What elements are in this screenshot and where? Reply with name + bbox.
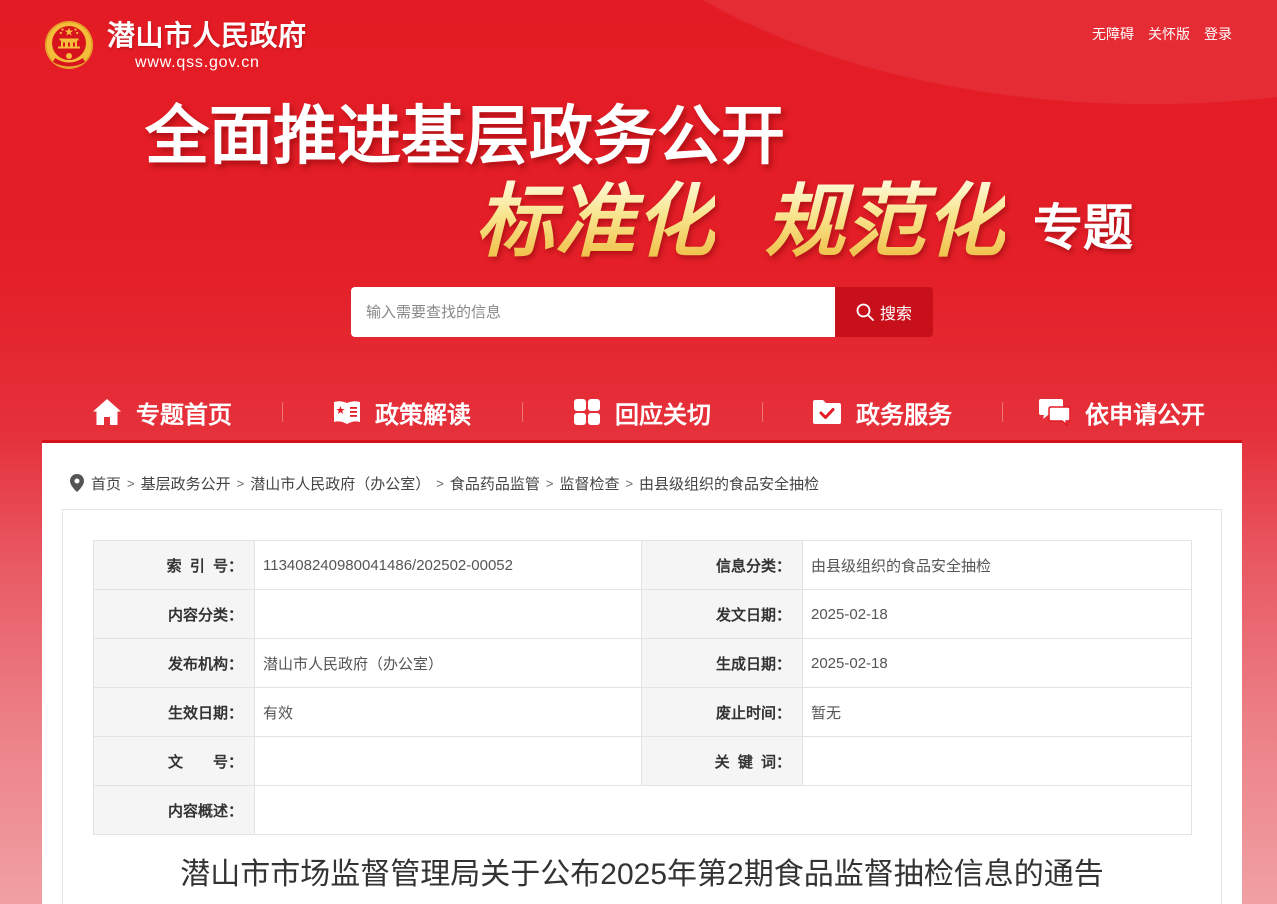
issue-date-label: 发文日期： [641, 589, 803, 639]
content-category-value [254, 589, 642, 639]
content-category-label: 内容分类： [93, 589, 255, 639]
nav-item-label: 专题首页 [136, 401, 232, 429]
table-row: 文 号： 关 键 词： [93, 736, 1192, 786]
site-domain: www.qss.gov.cn [135, 54, 260, 71]
nav-item-government-services[interactable]: 政务服务 [762, 390, 1002, 434]
table-row: 生效日期： 有效 废止时间： 暂无 [93, 687, 1192, 737]
nav-item-topic-home[interactable]: 专题首页 [42, 390, 282, 434]
search-bar: 搜索 [351, 287, 933, 337]
document-number-label: 文 号： [93, 736, 255, 786]
breadcrumb-item[interactable]: 基层政务公开 [141, 473, 231, 494]
publisher-value: 潜山市人民政府（办公室） [254, 638, 642, 688]
grid-icon [574, 399, 600, 425]
repeal-time-value: 暂无 [802, 687, 1192, 737]
breadcrumb-separator: > [625, 475, 634, 491]
breadcrumb-separator: > [545, 475, 554, 491]
issue-date-value: 2025-02-18 [802, 589, 1192, 639]
keywords-value [802, 736, 1192, 786]
table-row: 内容分类： 发文日期： 2025-02-18 [93, 589, 1192, 639]
breadcrumb-item[interactable]: 监督检查 [559, 473, 619, 494]
breadcrumb-separator: > [127, 475, 135, 491]
main-nav: 专题首页 政策解读 回应关切 政务服务 依申请公开 [42, 390, 1242, 434]
nav-item-disclosure-on-request[interactable]: 依申请公开 [1002, 390, 1242, 434]
banner-heading: 全面推进基层政务公开 [145, 100, 785, 172]
site-logo[interactable]: 潜山市人民政府 www.qss.gov.cn [40, 16, 320, 78]
nav-item-label: 依申请公开 [1085, 401, 1205, 429]
breadcrumb-home[interactable]: 首页 [91, 473, 121, 494]
search-button-label: 搜索 [879, 306, 912, 323]
breadcrumb: 首页 > 基层政务公开 > 潜山市人民政府（办公室） > 食品药品监管 > 监督… [70, 470, 819, 496]
top-links: 无障碍 关怀版 登录 [1092, 25, 1232, 43]
table-row: 发布机构： 潜山市人民政府（办公室） 生成日期： 2025-02-18 [93, 638, 1192, 688]
created-date-value: 2025-02-18 [802, 638, 1192, 688]
folder-check-icon [813, 400, 841, 424]
elder-care-mode-link[interactable]: 关怀版 [1148, 25, 1190, 43]
table-row: 内容概述： [93, 785, 1192, 835]
breadcrumb-item[interactable]: 食品药品监管 [450, 473, 540, 494]
banner-highlight-normalization: 规范化 [765, 174, 1005, 268]
chat-icon [1039, 399, 1071, 426]
article-container: 索 引 号： 113408240980041486/202502-00052 信… [62, 509, 1222, 904]
info-category-label: 信息分类： [641, 540, 803, 590]
index-number-value: 113408240980041486/202502-00052 [254, 540, 642, 590]
page: 潜山市人民政府 www.qss.gov.cn 无障碍 关怀版 登录 全面推进基层… [0, 0, 1277, 904]
document-number-value [254, 736, 642, 786]
info-category-value: 由县级组织的食品安全抽检 [802, 540, 1192, 590]
search-button[interactable]: 搜索 [835, 287, 933, 337]
publisher-label: 发布机构： [93, 638, 255, 688]
effective-date-label: 生效日期： [93, 687, 255, 737]
nav-item-label: 政策解读 [375, 401, 471, 429]
search-icon [856, 303, 874, 321]
home-icon [93, 399, 121, 425]
nav-item-label: 政务服务 [856, 401, 952, 429]
accessibility-link[interactable]: 无障碍 [1092, 25, 1134, 43]
site-title: 潜山市人民政府 [107, 20, 307, 51]
created-date-label: 生成日期： [641, 638, 803, 688]
banner-suffix: 专题 [1033, 200, 1133, 256]
breadcrumb-separator: > [236, 475, 245, 491]
effective-date-value: 有效 [254, 687, 642, 737]
document-info-table: 索 引 号： 113408240980041486/202502-00052 信… [93, 540, 1192, 835]
summary-value [254, 785, 1192, 835]
nav-item-policy-interpretation[interactable]: 政策解读 [282, 390, 522, 434]
location-pin-icon [70, 474, 84, 492]
summary-label: 内容概述： [93, 785, 255, 835]
repeal-time-label: 废止时间： [641, 687, 803, 737]
nav-item-label: 回应关切 [615, 401, 711, 429]
nav-item-response-concerns[interactable]: 回应关切 [522, 390, 762, 434]
table-row: 索 引 号： 113408240980041486/202502-00052 信… [93, 540, 1192, 590]
book-icon [334, 401, 360, 424]
banner-highlight-standardization: 标准化 [475, 174, 715, 268]
content-panel: 首页 > 基层政务公开 > 潜山市人民政府（办公室） > 食品药品监管 > 监督… [42, 440, 1242, 904]
search-input[interactable] [351, 287, 835, 337]
breadcrumb-current[interactable]: 由县级组织的食品安全抽检 [639, 473, 819, 494]
index-number-label: 索 引 号： [93, 540, 255, 590]
breadcrumb-item[interactable]: 潜山市人民政府（办公室） [250, 473, 430, 494]
national-emblem-icon [45, 21, 93, 69]
article-title: 潜山市市场监督管理局关于公布2025年第2期食品监督抽检信息的通告 [180, 858, 1104, 891]
keywords-label: 关 键 词： [641, 736, 803, 786]
login-link[interactable]: 登录 [1204, 25, 1232, 43]
breadcrumb-separator: > [436, 475, 444, 491]
